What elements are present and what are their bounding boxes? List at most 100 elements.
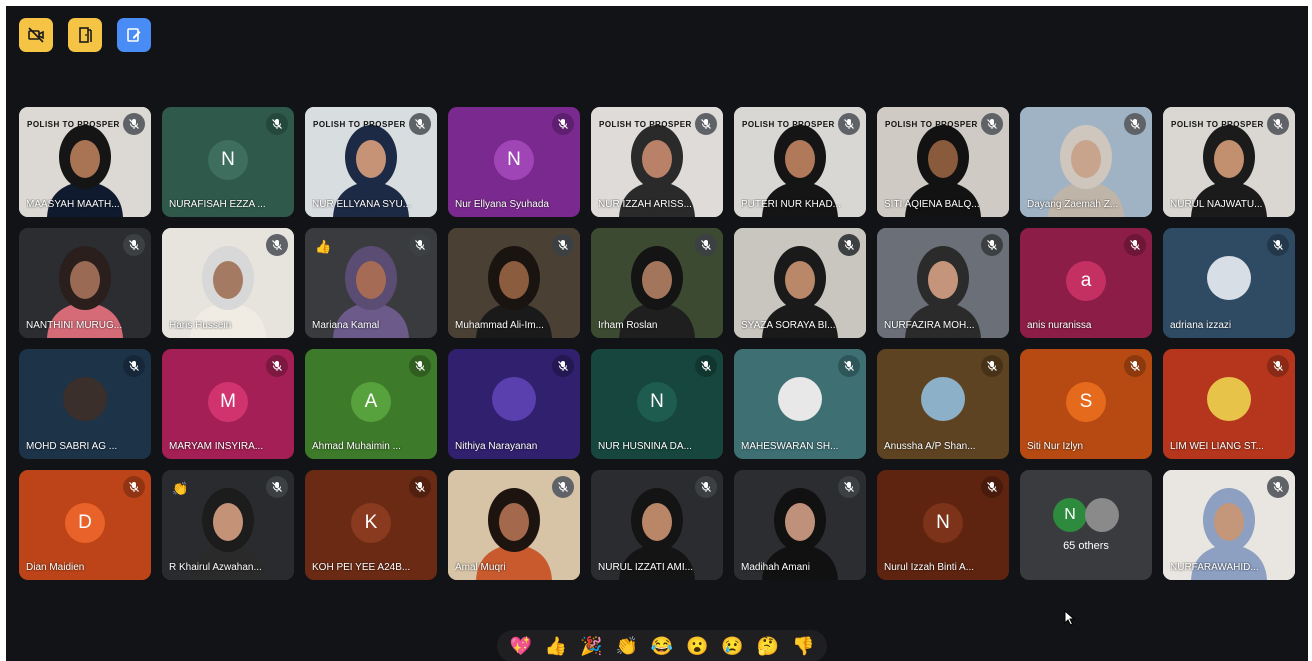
participant-tile[interactable]: Dayang Zaemah Z... bbox=[1020, 107, 1152, 217]
participant-tile[interactable]: MAHESWARAN SH... bbox=[734, 349, 866, 459]
mic-off-icon bbox=[123, 234, 145, 256]
participant-tile[interactable]: NURUL IZZATI AMI... bbox=[591, 470, 723, 580]
participant-name: Amal Muqri bbox=[455, 562, 506, 573]
participant-name: Ahmad Muhaimin ... bbox=[312, 441, 401, 452]
mic-off-icon bbox=[1267, 113, 1289, 135]
participant-tile[interactable]: NANTHINI MURUG... bbox=[19, 228, 151, 338]
participant-name: NURFARAWAHID... bbox=[1170, 562, 1259, 573]
avatar bbox=[1085, 498, 1119, 532]
heart-reaction-button[interactable]: 💖 bbox=[509, 637, 531, 655]
mic-off-icon bbox=[1124, 234, 1146, 256]
participant-name: Nur Ellyana Syuhada bbox=[455, 199, 549, 210]
participant-tile[interactable]: D Dian Maidien bbox=[19, 470, 151, 580]
participant-name: NUR HUSNINA DA... bbox=[598, 441, 692, 452]
mic-off-icon bbox=[838, 476, 860, 498]
participant-tile[interactable]: M MARYAM INSYIRA... bbox=[162, 349, 294, 459]
participant-tile[interactable]: SYAZA SORAYA BI... bbox=[734, 228, 866, 338]
banner-text: POLISH TO PROSPER bbox=[27, 120, 120, 129]
participant-tile[interactable]: Anussha A/P Shan... bbox=[877, 349, 1009, 459]
participant-tile[interactable]: MOHD SABRI AG ... bbox=[19, 349, 151, 459]
participant-name: Irham Roslan bbox=[598, 320, 658, 331]
participant-tile[interactable]: Haris Hussein bbox=[162, 228, 294, 338]
participant-tile[interactable]: Nithiya Narayanan bbox=[448, 349, 580, 459]
participant-name: Dian Maidien bbox=[26, 562, 85, 573]
mic-off-icon bbox=[266, 113, 288, 135]
participant-tile[interactable]: K KOH PEI YEE A24B... bbox=[305, 470, 437, 580]
mic-off-icon bbox=[552, 234, 574, 256]
mic-off-icon bbox=[1267, 234, 1289, 256]
others-tile[interactable]: N 65 others bbox=[1020, 470, 1152, 580]
surprised-face-reaction-button[interactable]: 😮 bbox=[686, 637, 708, 655]
participant-tile[interactable]: A Ahmad Muhaimin ... bbox=[305, 349, 437, 459]
thumbs-up-reaction-button[interactable]: 👍 bbox=[545, 637, 567, 655]
thumbs-down-reaction-button[interactable]: 👎 bbox=[792, 637, 814, 655]
participant-tile[interactable]: 👏 R Khairul Azwahan... bbox=[162, 470, 294, 580]
mic-off-icon bbox=[409, 234, 431, 256]
mic-off-icon bbox=[552, 113, 574, 135]
reaction-emoji: 👏 bbox=[172, 481, 189, 496]
participant-tile[interactable]: S Siti Nur Izlyn bbox=[1020, 349, 1152, 459]
participant-name: Dayang Zaemah Z... bbox=[1027, 199, 1119, 210]
others-count: 65 others bbox=[1063, 540, 1109, 552]
participant-name: Anussha A/P Shan... bbox=[884, 441, 976, 452]
avatar bbox=[1207, 377, 1251, 421]
sad-face-reaction-button[interactable]: 😢 bbox=[721, 637, 743, 655]
participant-tile[interactable]: POLISH TO PROSPER MAASYAH MAATH... bbox=[19, 107, 151, 217]
thinking-face-reaction-button[interactable]: 🤔 bbox=[757, 637, 779, 655]
whiteboard-button[interactable] bbox=[117, 18, 151, 52]
participant-tile[interactable]: 👍 Mariana Kamal bbox=[305, 228, 437, 338]
participant-name: LIM WEI LIANG ST... bbox=[1170, 441, 1264, 452]
laughing-face-reaction-button[interactable]: 😂 bbox=[651, 637, 673, 655]
participant-tile[interactable]: adriana izzazi bbox=[1163, 228, 1295, 338]
mic-off-icon bbox=[695, 234, 717, 256]
party-popper-reaction-button[interactable]: 🎉 bbox=[580, 637, 602, 655]
participant-name: NURUL IZZATI AMI... bbox=[598, 562, 694, 573]
participant-name: MARYAM INSYIRA... bbox=[169, 441, 264, 452]
avatar: N bbox=[1053, 498, 1087, 532]
banner-text: POLISH TO PROSPER bbox=[313, 120, 406, 129]
mic-off-icon bbox=[123, 355, 145, 377]
reaction-bar: 💖 👍 🎉 👏 😂 😮 😢 🤔 👎 bbox=[497, 630, 827, 661]
mic-off-icon bbox=[981, 476, 1003, 498]
participant-tile[interactable]: N Nurul Izzah Binti A... bbox=[877, 470, 1009, 580]
participant-tile[interactable]: NURFAZIRA MOH... bbox=[877, 228, 1009, 338]
mic-off-icon bbox=[981, 113, 1003, 135]
mic-off-icon bbox=[1124, 113, 1146, 135]
avatar: A bbox=[351, 382, 391, 422]
door-icon bbox=[76, 26, 94, 44]
participant-tile[interactable]: N NUR HUSNINA DA... bbox=[591, 349, 723, 459]
avatar bbox=[63, 377, 107, 421]
avatar: N bbox=[637, 382, 677, 422]
mic-off-icon bbox=[695, 113, 717, 135]
participant-tile[interactable]: Madihah Amani bbox=[734, 470, 866, 580]
avatar: N bbox=[208, 140, 248, 180]
participant-tile[interactable]: N NURAFISAH EZZA ... bbox=[162, 107, 294, 217]
clapping-hands-reaction-button[interactable]: 👏 bbox=[615, 637, 637, 655]
mic-off-icon bbox=[981, 234, 1003, 256]
participant-tile[interactable]: LIM WEI LIANG ST... bbox=[1163, 349, 1295, 459]
avatar bbox=[1207, 256, 1251, 300]
participant-tile[interactable]: POLISH TO PROSPER NUR ELLYANA SYU... bbox=[305, 107, 437, 217]
door-button[interactable] bbox=[68, 18, 102, 52]
mic-off-icon bbox=[409, 355, 431, 377]
participant-tile[interactable]: NURFARAWAHID... bbox=[1163, 470, 1295, 580]
participant-name: NUR IZZAH ARISS... bbox=[598, 199, 692, 210]
meeting-stage: POLISH TO PROSPER MAASYAH MAATH... N NURAFI… bbox=[6, 6, 1308, 661]
participant-tile[interactable]: Muhammad Ali-Im... bbox=[448, 228, 580, 338]
participant-tile[interactable]: Irham Roslan bbox=[591, 228, 723, 338]
participant-tile[interactable]: POLISH TO PROSPER NURUL NAJWATU... bbox=[1163, 107, 1295, 217]
whiteboard-icon bbox=[125, 26, 143, 44]
avatar: S bbox=[1066, 382, 1106, 422]
participant-tile[interactable]: a anis nuranissa bbox=[1020, 228, 1152, 338]
participant-tile[interactable]: Amal Muqri bbox=[448, 470, 580, 580]
participant-tile[interactable]: POLISH TO PROSPER NUR IZZAH ARISS... bbox=[591, 107, 723, 217]
mic-off-icon bbox=[123, 476, 145, 498]
participant-name: adriana izzazi bbox=[1170, 320, 1232, 331]
participant-tile[interactable]: POLISH TO PROSPER SITI AQIENA BALQ... bbox=[877, 107, 1009, 217]
avatar: N bbox=[923, 503, 963, 543]
participant-tile[interactable]: N Nur Ellyana Syuhada bbox=[448, 107, 580, 217]
mic-off-icon bbox=[981, 355, 1003, 377]
camera-off-button[interactable] bbox=[19, 18, 53, 52]
participant-tile[interactable]: POLISH TO PROSPER PUTERI NUR KHAD... bbox=[734, 107, 866, 217]
participant-name: NURFAZIRA MOH... bbox=[884, 320, 975, 331]
